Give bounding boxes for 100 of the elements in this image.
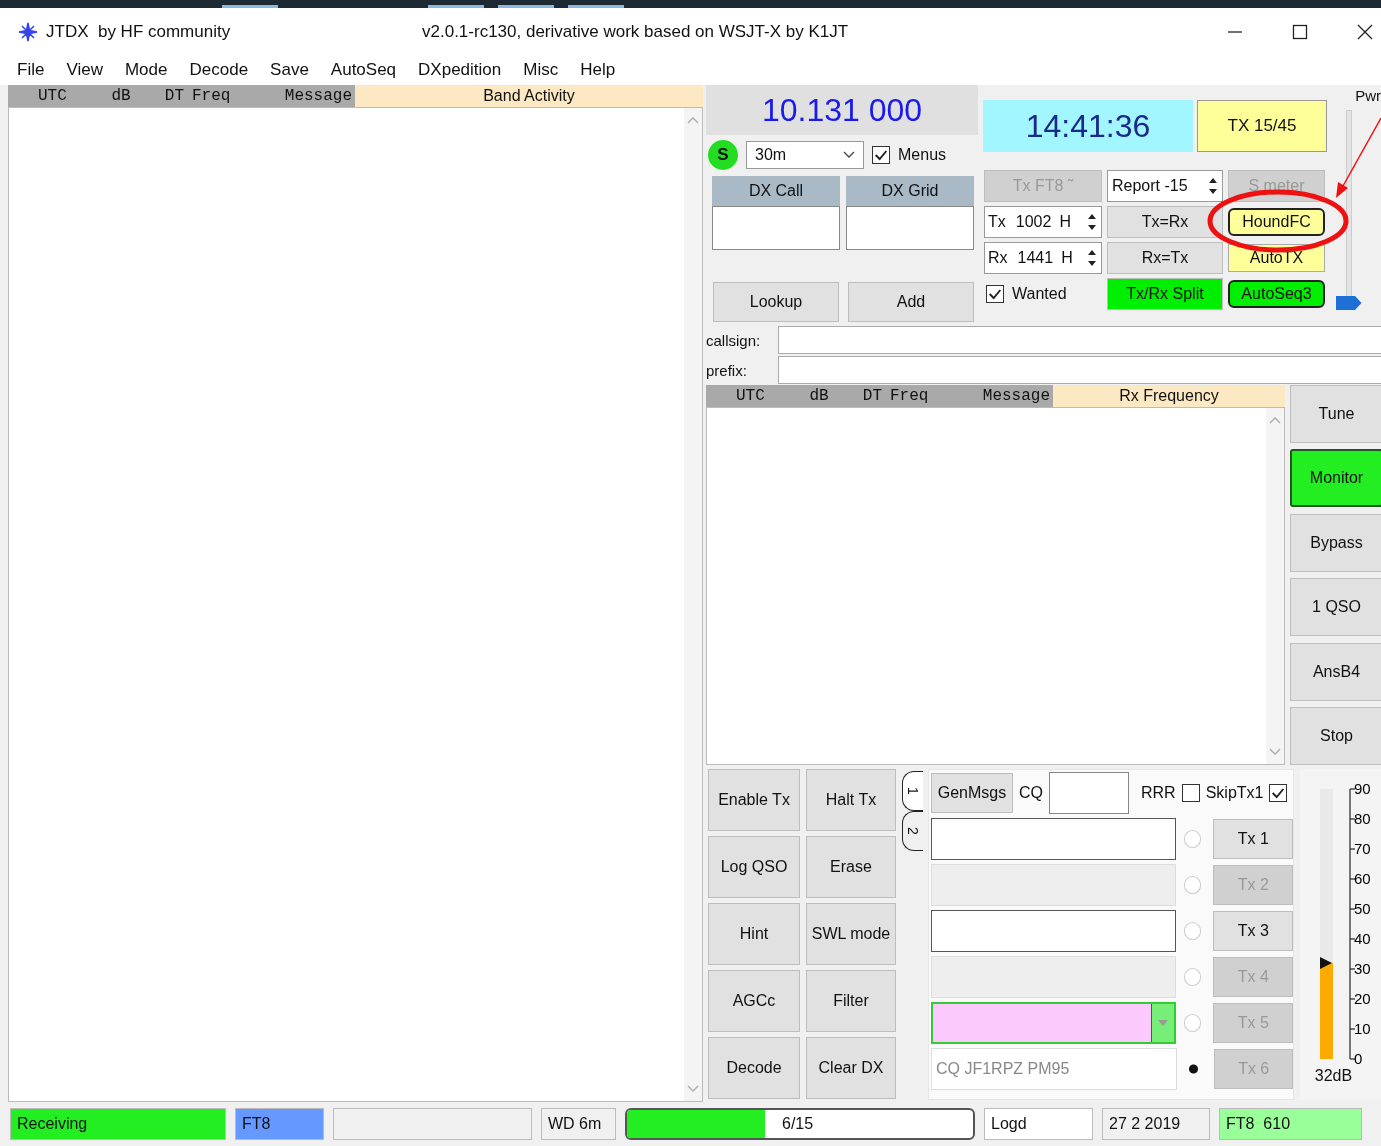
gen-messages-button[interactable]: GenMsgs [931, 773, 1013, 813]
field-label: CQ [1019, 784, 1043, 802]
menu-item[interactable]: DXpedition [418, 60, 502, 80]
side-button[interactable]: Bypass [1290, 513, 1381, 572]
frequency-spinbox[interactable]: Tx 1002 H [984, 206, 1102, 238]
status-indicator: S [708, 140, 738, 170]
column-header: DX Grid [846, 176, 974, 206]
action-button[interactable]: Halt Tx [806, 769, 896, 831]
side-button[interactable]: Tune [1290, 385, 1381, 443]
menu-item[interactable]: Mode [124, 60, 168, 80]
action-button[interactable]: Filter [806, 970, 896, 1032]
side-button[interactable]: Monitor [1290, 449, 1381, 508]
clock-display: 14:41:36 [983, 100, 1193, 152]
menu-item[interactable]: Help [580, 60, 616, 80]
action-button[interactable]: AGCc [708, 970, 800, 1032]
radio-button[interactable] [1183, 922, 1202, 940]
progress-text: 6/15 [782, 1115, 814, 1133]
scroll-up-icon[interactable] [687, 116, 699, 124]
panel-title: Band Activity [482, 86, 576, 106]
side-button[interactable]: AnsB4 [1290, 642, 1381, 701]
column-header: DT [847, 385, 882, 407]
action-button[interactable]: Lookup [713, 282, 839, 322]
input-field[interactable] [1049, 772, 1129, 814]
message-field[interactable] [931, 910, 1176, 952]
checkbox-label: RRR [1141, 784, 1176, 802]
tx-button[interactable]: Tx 3 [1213, 911, 1293, 951]
menu-item[interactable]: View [66, 60, 103, 80]
scroll-down-icon[interactable] [687, 1085, 699, 1093]
window-title: JTDX by HF community [46, 21, 232, 42]
scale-label: 50 [1354, 900, 1371, 917]
radio-button[interactable] [1183, 830, 1202, 848]
scrollbar[interactable] [1266, 408, 1284, 764]
toggle-button[interactable]: AutoSeq3 [1228, 280, 1325, 308]
column-header: DX Call [712, 176, 840, 206]
menu-item[interactable]: Misc [523, 60, 559, 80]
side-button[interactable]: 1 QSO [1290, 578, 1381, 637]
report-spinbox[interactable]: Report -15 [1107, 170, 1223, 202]
scroll-down-icon[interactable] [1269, 748, 1281, 756]
period-display: TX 15/45 [1197, 100, 1327, 152]
scale-label: 70 [1354, 840, 1371, 857]
input-field[interactable] [778, 326, 1381, 354]
tab[interactable]: 1 [902, 771, 923, 811]
frequency-spinbox[interactable]: Rx 1441 H [984, 242, 1102, 274]
action-button[interactable]: Enable Tx [708, 769, 800, 831]
column-header: Freq [882, 385, 940, 407]
toggle-button[interactable]: Tx/Rx Split [1107, 278, 1223, 310]
action-button[interactable]: Log QSO [708, 836, 800, 898]
action-button[interactable]: Tx=Rx [1107, 206, 1223, 238]
menu-item[interactable]: Decode [189, 60, 249, 80]
input-field[interactable] [846, 206, 974, 250]
slider-thumb[interactable] [1335, 296, 1362, 310]
action-button[interactable]: SWL mode [806, 903, 896, 965]
star-icon [18, 21, 38, 42]
checkbox-label: Menus [898, 146, 947, 164]
tab[interactable]: 2 [902, 811, 923, 851]
column-header: Freq [184, 85, 242, 107]
status-field: Receiving [10, 1108, 226, 1140]
band-select[interactable]: 30m [746, 141, 864, 169]
column-header: UTC [8, 85, 93, 107]
input-field[interactable] [778, 356, 1381, 384]
status-field: 27 2 2019 [1102, 1108, 1210, 1140]
action-button[interactable]: Clear DX [806, 1037, 896, 1099]
menu-item[interactable]: AutoSeq [330, 60, 397, 80]
column-header: dB [791, 385, 847, 407]
checkbox[interactable] [986, 285, 1004, 303]
dropdown-icon[interactable] [1150, 1004, 1174, 1042]
checkbox-label: Wanted [1012, 285, 1067, 303]
checkbox[interactable] [1181, 784, 1200, 802]
column-header: Message [940, 385, 1053, 407]
toggle-button[interactable]: HoundFC [1228, 208, 1325, 236]
action-button[interactable]: Erase [806, 836, 896, 898]
action-button[interactable]: Rx=Tx [1107, 242, 1223, 274]
message-field[interactable] [931, 818, 1176, 860]
scale-label: 0 [1354, 1050, 1363, 1067]
input-field[interactable] [712, 206, 840, 250]
status-field: FT8 610 [1219, 1108, 1362, 1140]
column-header: UTC [706, 385, 791, 407]
scrollbar[interactable] [684, 108, 702, 1101]
field-label: prefix: [706, 361, 748, 379]
scale-label: 10 [1354, 1020, 1371, 1037]
side-button[interactable]: Stop [1290, 706, 1381, 765]
action-button[interactable]: Hint [708, 903, 800, 965]
power-label: Pwr [1355, 87, 1381, 104]
tx-button[interactable]: Tx 1 [1213, 819, 1293, 859]
menu-item[interactable]: Save [270, 60, 309, 80]
close-icon[interactable] [1357, 23, 1373, 40]
scroll-up-icon[interactable] [1269, 416, 1281, 424]
frequency-display: 10.131 000 [706, 85, 978, 135]
scale-label: 40 [1354, 930, 1371, 947]
checkbox[interactable] [1269, 784, 1288, 802]
action-button[interactable]: Decode [708, 1037, 800, 1099]
maximize-icon[interactable] [1292, 23, 1308, 40]
column-header: Message [242, 85, 355, 107]
menu-item[interactable]: File [17, 60, 45, 80]
scale-label: 20 [1354, 990, 1371, 1007]
column-header: DT [149, 85, 184, 107]
checkbox-label: SkipTx1 [1205, 784, 1264, 802]
power-slider[interactable] [1335, 110, 1362, 310]
checkbox[interactable] [872, 146, 890, 164]
action-button[interactable]: Add [848, 282, 974, 322]
